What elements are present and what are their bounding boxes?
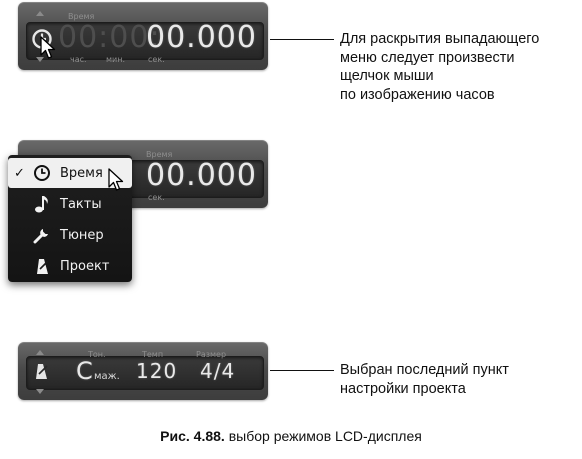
metronome-icon [32,256,52,276]
annotation-line: настройки проекта [340,380,466,397]
size-caption: Размер [196,350,227,359]
leader-line-1 [270,39,334,40]
tempo-value[interactable]: 120 [136,359,177,383]
menu-item-bars[interactable]: Такты [8,189,132,219]
note-icon [32,194,52,214]
lcd-display-project: Тон. Темп Размер C маж. 120 4/4 [18,342,268,400]
mouse-cursor-icon [108,168,124,191]
checkmark-icon: ✓ [14,165,25,181]
unit-minutes-label: мин. [106,55,126,64]
lcd-bright-digits: 00.000 [146,158,257,193]
annotation-line: Выбран последний пункт [340,362,509,378]
menu-item-project[interactable]: Проект [8,251,132,281]
unit-seconds-label: сек. [148,55,165,64]
tone-value[interactable]: C [76,357,94,385]
figure-caption-text: выбор режимов LCD-дисплея [224,428,422,444]
menu-item-label: Такты [60,196,102,212]
menu-item-tuner[interactable]: Тюнер [8,220,132,250]
figure-number: Рис. 4.88. [160,428,225,444]
annotation-clock-hint: Для раскрытия выпадающего меню следует п… [340,30,539,104]
figure-caption: Рис. 4.88. выбор режимов LCD-дисплея [0,428,582,444]
annotation-line: меню следует произвести [340,49,515,66]
annotation-project-hint: Выбран последний пункт настройки проекта [340,361,509,398]
menu-item-label: Время [60,165,103,181]
lcd-up-arrow-icon[interactable] [36,11,44,16]
mouse-cursor-icon [40,36,56,59]
time-signature-value[interactable]: 4/4 [200,359,235,383]
figure-page: Время 00:00: 00.000 час. мин. сек. Для р… [0,0,582,459]
tone-suffix: маж. [94,371,120,382]
annotation-line: Для раскрытия выпадающего [340,31,540,47]
tempo-caption: Темп [142,350,164,359]
unit-seconds-label: сек. [148,193,165,202]
clock-icon [32,163,52,183]
lcd-down-arrow-icon[interactable] [36,389,44,394]
menu-item-label: Проект [60,258,110,274]
lcd-bright-digits: 00.000 [146,20,257,55]
lcd-up-arrow-icon[interactable] [36,350,44,355]
menu-item-label: Тюнер [60,227,104,243]
annotation-line: щелчок мыши [340,68,434,84]
annotation-line: по изображению часов [340,86,495,103]
leader-line-2 [270,370,334,371]
metronome-icon[interactable] [32,362,50,380]
wrench-icon [32,225,52,245]
unit-hours-label: час. [70,55,87,64]
